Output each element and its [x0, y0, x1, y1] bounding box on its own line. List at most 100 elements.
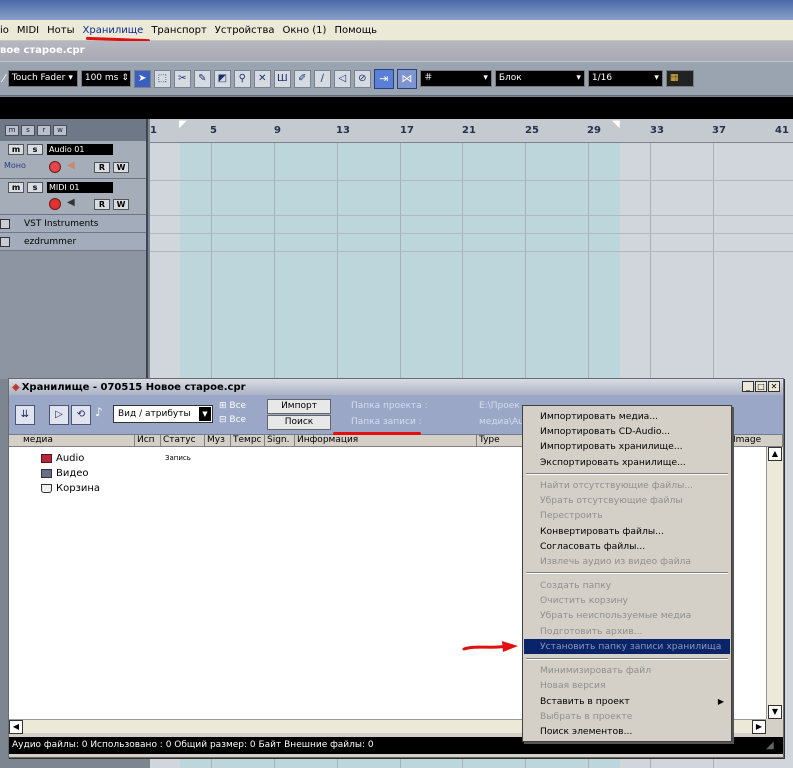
scroll-up-icon[interactable]: ▲	[768, 447, 782, 461]
menu-item-import-media[interactable]: Импортировать медиа...	[524, 409, 730, 424]
loop-button[interactable]: ⟲	[71, 405, 91, 425]
line-tool[interactable]: ∕	[313, 69, 331, 88]
scroll-down-icon[interactable]: ▼	[768, 705, 782, 719]
show-info-button[interactable]: ⇊	[15, 405, 35, 425]
menu-item-new-version[interactable]: Новая версия	[524, 678, 730, 693]
folder-track-vst[interactable]: VST Instruments	[0, 215, 146, 233]
autoscroll-button[interactable]: ⋈	[396, 68, 417, 89]
color-tool[interactable]: ⊘	[353, 69, 371, 88]
record-enable-button[interactable]	[49, 198, 61, 210]
menu-item-select-in-project[interactable]: Выбрать в проекте	[524, 709, 730, 724]
snap-button[interactable]: ⇥	[373, 68, 394, 89]
zoom-tool[interactable]: ⚲	[233, 69, 251, 88]
menu-item-convert-files[interactable]: Конвертировать файлы...	[524, 524, 730, 539]
global-write-button[interactable]: w	[53, 124, 67, 136]
menu-help[interactable]: Помощь	[330, 20, 381, 41]
menu-item-import-pool[interactable]: Импортировать хранилище...	[524, 439, 730, 454]
scroll-right-icon[interactable]: ▶	[752, 720, 766, 734]
close-icon[interactable]: ✕	[768, 381, 780, 392]
collapse-all-button[interactable]: ⊟ Все	[219, 415, 246, 425]
menu-scores[interactable]: Ноты	[43, 20, 78, 41]
column-image[interactable]: Image	[731, 435, 783, 446]
grid-type-select[interactable]: ＃ ▾	[419, 70, 492, 87]
time-warp-tool[interactable]: Ш	[273, 69, 291, 88]
menu-item-create-folder[interactable]: Создать папку	[524, 578, 730, 593]
pointer-tool[interactable]: ➤	[133, 69, 151, 88]
pool-title-bar[interactable]: ◆ Хранилище - 070515 Новое старое.cpr	[9, 379, 783, 395]
tree-item-video[interactable]: Видео	[41, 468, 89, 479]
monitor-icon[interactable]: ◀	[67, 160, 75, 171]
tree-item-trash[interactable]: Корзина	[41, 483, 100, 494]
quantize-select[interactable]: 1/16 ▾	[587, 70, 663, 87]
column-tempo[interactable]: Темрс	[231, 435, 265, 446]
color-palette-button[interactable]: ▦	[665, 70, 694, 87]
draw-tool[interactable]: ✐	[293, 69, 311, 88]
range-tool[interactable]: ⬚	[153, 69, 171, 88]
search-button[interactable]: Поиск	[267, 415, 331, 430]
menu-devices[interactable]: Устройства	[211, 20, 279, 41]
track-midi[interactable]: m s MIDI 01 ◀ R W	[0, 179, 146, 215]
ruler[interactable]: 1 5 9 13 17 21 25 29 33 37 41 ◤ ◥	[150, 119, 793, 143]
view-attributes-select[interactable]: Вид / атрибуты ▼	[113, 405, 213, 423]
fader-mode-select[interactable]: Touch Fader ▾	[7, 70, 78, 87]
global-mute-button[interactable]: m	[5, 124, 19, 136]
column-signature[interactable]: Sign.	[265, 435, 295, 446]
menu-media[interactable]: io	[0, 20, 13, 41]
tree-item-audio[interactable]: Audio	[41, 453, 84, 464]
read-button[interactable]: R	[94, 199, 110, 210]
menu-transport[interactable]: Транспорт	[147, 20, 210, 41]
menu-window[interactable]: Окно (1)	[279, 20, 331, 41]
menu-item-set-record-folder[interactable]: Установить папку записи хранилища	[524, 639, 730, 654]
play-button[interactable]: ▷	[49, 405, 69, 425]
menu-item-extract-audio[interactable]: Извлечь аудио из видео файла	[524, 554, 730, 569]
monitor-icon[interactable]: ◀	[67, 197, 75, 208]
column-used[interactable]: Исп	[135, 435, 161, 446]
glue-tool[interactable]: ✎	[193, 69, 211, 88]
track-name[interactable]: Audio 01	[47, 144, 113, 155]
menu-item-rebuild[interactable]: Перестроить	[524, 508, 730, 523]
mute-button[interactable]: m	[8, 182, 24, 193]
erase-tool[interactable]: ◩	[213, 69, 231, 88]
minimize-icon[interactable]: _	[742, 381, 754, 392]
write-button[interactable]: W	[113, 162, 129, 173]
menu-item-find-missing[interactable]: Найти отсутствующие файлы...	[524, 478, 730, 493]
column-info[interactable]: Информация	[295, 435, 477, 446]
column-status[interactable]: Статус	[161, 435, 205, 446]
menu-item-find-elements[interactable]: Поиск элементов...	[524, 724, 730, 739]
mute-tool[interactable]: ✕	[253, 69, 271, 88]
left-locator-icon[interactable]: ◤	[179, 119, 187, 130]
scroll-left-icon[interactable]: ◀	[9, 720, 23, 734]
fader-time-select[interactable]: 100 ms ⇕	[80, 70, 131, 87]
mute-button[interactable]: m	[8, 144, 24, 155]
column-musical[interactable]: Муз	[205, 435, 231, 446]
resize-grip-icon[interactable]: ◢	[766, 740, 774, 751]
track-name[interactable]: MIDI 01	[47, 182, 113, 193]
menu-item-empty-trash[interactable]: Очистить корзину	[524, 593, 730, 608]
play-tool[interactable]: ◁	[333, 69, 351, 88]
volume-icon[interactable]: ♪	[95, 405, 103, 419]
menu-item-minimize-file[interactable]: Минимизировать файл	[524, 663, 730, 678]
menu-item-conform-files[interactable]: Согласовать файлы...	[524, 539, 730, 554]
expand-all-button[interactable]: ⊞ Все	[219, 401, 246, 411]
right-locator-icon[interactable]: ◥	[612, 119, 620, 130]
maximize-icon[interactable]: □	[755, 381, 767, 392]
menu-item-remove-missing[interactable]: Убрать отсутсвующие файлы	[524, 493, 730, 508]
menu-item-remove-unused[interactable]: Убрать неиспользуемые медиа	[524, 608, 730, 623]
menu-midi[interactable]: MIDI	[13, 20, 43, 41]
global-read-button[interactable]: r	[37, 124, 51, 136]
menu-item-insert-into-project[interactable]: Вставить в проект ▶	[524, 694, 730, 709]
grid-mode-select[interactable]: Блок ▾	[494, 70, 585, 87]
menu-item-prepare-archive[interactable]: Подготовить архив...	[524, 624, 730, 639]
read-button[interactable]: R	[94, 162, 110, 173]
record-enable-button[interactable]	[49, 161, 61, 173]
write-button[interactable]: W	[113, 199, 129, 210]
menu-item-import-cd-audio[interactable]: Импортировать CD-Audio...	[524, 424, 730, 439]
menu-item-export-pool[interactable]: Экспортировать хранилище...	[524, 455, 730, 470]
solo-button[interactable]: s	[27, 144, 43, 155]
solo-button[interactable]: s	[27, 182, 43, 193]
column-media[interactable]: медиа	[9, 435, 135, 446]
folder-track-ezdrummer[interactable]: ezdrummer	[0, 233, 146, 251]
split-tool[interactable]: ✂	[173, 69, 191, 88]
global-solo-button[interactable]: s	[21, 124, 35, 136]
track-audio[interactable]: m s Audio 01 Моно ◀ R W	[0, 141, 146, 179]
